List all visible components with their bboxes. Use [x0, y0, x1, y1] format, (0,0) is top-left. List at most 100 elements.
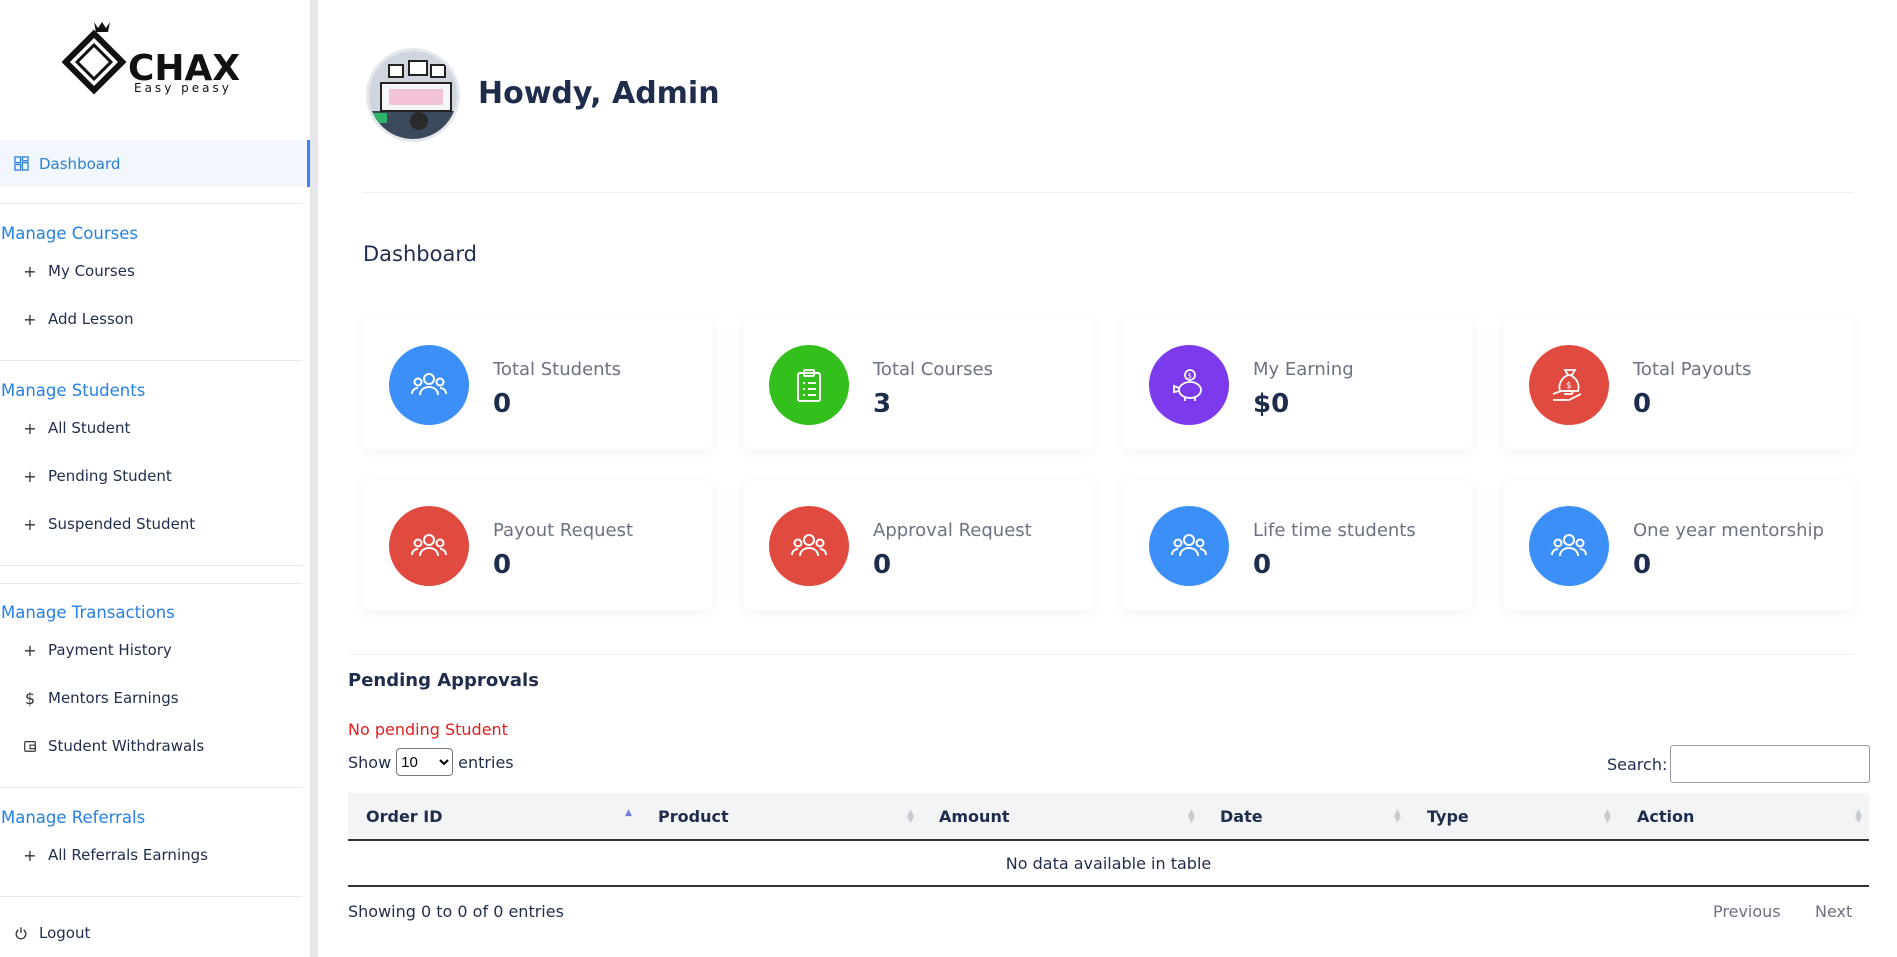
- stat-card-total-payouts: $ Total Payouts 0: [1503, 319, 1853, 449]
- plus-icon: +: [23, 640, 37, 660]
- sidebar-item-mentors-earnings[interactable]: $ Mentors Earnings: [22, 686, 179, 710]
- group-title-students: Manage Students: [1, 381, 146, 400]
- stat-label: Payout Request: [493, 520, 634, 541]
- stat-value: 0: [1633, 550, 1652, 580]
- users-icon: [1529, 506, 1609, 586]
- sort-icon: ▲ ▼: [1394, 808, 1401, 825]
- stat-card-payout-request: Payout Request 0: [363, 480, 713, 610]
- plus-icon: +: [23, 845, 37, 865]
- page-size-select[interactable]: 10: [396, 748, 454, 776]
- divider: [0, 203, 302, 204]
- brand-tagline: Easy peasy: [134, 81, 232, 95]
- group-title-transactions: Manage Transactions: [1, 603, 175, 622]
- sidebar-item-label: All Referrals Earnings: [48, 846, 208, 864]
- column-date[interactable]: Date: [1220, 793, 1263, 841]
- sidebar-item-label: Pending Student: [48, 467, 172, 485]
- sidebar-item-label: Suspended Student: [48, 515, 196, 533]
- stat-value: 0: [1633, 389, 1652, 419]
- sidebar-item-dashboard[interactable]: Dashboard: [0, 140, 310, 187]
- column-product[interactable]: Product: [658, 793, 729, 841]
- search-input[interactable]: [1670, 745, 1871, 783]
- piggy-bank-icon: $: [1149, 345, 1229, 425]
- divider: [0, 896, 302, 897]
- stat-card-my-earning: $ My Earning $0: [1123, 319, 1473, 449]
- users-icon: [1149, 506, 1229, 586]
- avatar-image: [369, 51, 457, 139]
- svg-text:$: $: [1188, 372, 1192, 380]
- group-title-courses: Manage Courses: [1, 224, 138, 243]
- sidebar-item-add-lesson[interactable]: + Add Lesson: [22, 307, 133, 331]
- svg-text:$: $: [1566, 381, 1572, 391]
- divider: [348, 654, 1854, 655]
- sidebar-item-suspended-student[interactable]: + Suspended Student: [22, 512, 195, 536]
- stat-label: One year mentorship: [1633, 520, 1824, 541]
- column-amount[interactable]: Amount: [939, 793, 1009, 841]
- sidebar-item-label: Add Lesson: [48, 310, 134, 328]
- sidebar-item-my-courses[interactable]: + My Courses: [22, 259, 135, 283]
- stat-card-one-year-mentorship: One year mentorship 0: [1503, 480, 1853, 610]
- stat-card-total-courses: Total Courses 3: [743, 319, 1093, 449]
- sort-icon: ▲ ▼: [1604, 808, 1611, 825]
- table-info: Showing 0 to 0 of 0 entries: [348, 902, 564, 921]
- sidebar-item-payment-history[interactable]: + Payment History: [22, 638, 172, 662]
- table-header: Order ID ▲ Product ▲ ▼ Amount ▲ ▼ Date ▲ ▼ …: [348, 793, 1869, 841]
- sidebar-item-label: Payment History: [48, 641, 172, 659]
- column-type[interactable]: Type: [1427, 793, 1469, 841]
- sidebar-item-all-student[interactable]: + All Student: [22, 416, 130, 440]
- avatar[interactable]: [366, 48, 460, 142]
- sidebar-item-student-withdrawals[interactable]: Student Withdrawals: [22, 734, 204, 758]
- sort-icon: ▲ ▼: [1855, 808, 1862, 825]
- logout-label: Logout: [39, 924, 91, 942]
- users-icon: [389, 506, 469, 586]
- plus-icon: +: [23, 514, 37, 534]
- plus-icon: +: [23, 466, 37, 486]
- sidebar-item-pending-student[interactable]: + Pending Student: [22, 464, 172, 488]
- stat-card-life-time-students: Life time students 0: [1123, 480, 1473, 610]
- sidebar: CHAX Easy peasy Dashboard Manage Courses…: [0, 0, 318, 957]
- sidebar-item-label: My Courses: [48, 262, 135, 280]
- sidebar-item-all-referrals-earnings[interactable]: + All Referrals Earnings: [22, 843, 208, 867]
- stat-value: $0: [1253, 389, 1290, 419]
- no-pending-notice: No pending Student: [348, 720, 508, 739]
- stat-label: Total Payouts: [1633, 359, 1752, 380]
- stat-card-approval-request: Approval Request 0: [743, 480, 1093, 610]
- previous-button[interactable]: Previous: [1713, 902, 1781, 921]
- divider: [0, 583, 302, 584]
- divider: [363, 192, 1853, 193]
- stat-value: 0: [873, 550, 892, 580]
- show-label: Show: [348, 752, 392, 772]
- wallet-icon: [24, 741, 36, 752]
- divider: [0, 787, 302, 788]
- stat-value: 0: [493, 550, 512, 580]
- sidebar-item-label: Mentors Earnings: [48, 689, 179, 707]
- entries-label: entries: [458, 752, 514, 772]
- brand-logo: CHAX Easy peasy: [62, 22, 240, 95]
- sidebar-scrollbar[interactable]: [310, 0, 318, 957]
- empty-table-row: No data available in table: [348, 841, 1869, 887]
- stat-label: Total Courses: [873, 359, 993, 380]
- plus-icon: +: [23, 261, 37, 281]
- page-size-control: Show 10 entries: [348, 748, 514, 776]
- sort-asc-icon: ▲: [625, 808, 632, 818]
- next-button[interactable]: Next: [1815, 902, 1852, 921]
- sidebar-item-label: All Student: [48, 419, 131, 437]
- column-order-id[interactable]: Order ID: [366, 793, 443, 841]
- stat-value: 0: [1253, 550, 1272, 580]
- logout-button[interactable]: Logout: [13, 924, 90, 942]
- plus-icon: +: [23, 309, 37, 329]
- users-icon: [769, 506, 849, 586]
- stat-label: Approval Request: [873, 520, 1032, 541]
- stat-value: 0: [493, 389, 512, 419]
- stat-card-total-students: Total Students 0: [363, 319, 713, 449]
- divider: [0, 360, 302, 361]
- clipboard-icon: [769, 345, 849, 425]
- pending-approvals-title: Pending Approvals: [348, 670, 539, 691]
- users-icon: [389, 345, 469, 425]
- search-control: Search:: [1607, 745, 1871, 783]
- sidebar-item-label: Student Withdrawals: [48, 737, 205, 755]
- page-greeting: Howdy, Admin: [478, 76, 720, 111]
- power-icon: [15, 927, 27, 940]
- stat-label: Life time students: [1253, 520, 1416, 541]
- column-action[interactable]: Action: [1637, 793, 1694, 841]
- sort-icon: ▲ ▼: [907, 808, 914, 825]
